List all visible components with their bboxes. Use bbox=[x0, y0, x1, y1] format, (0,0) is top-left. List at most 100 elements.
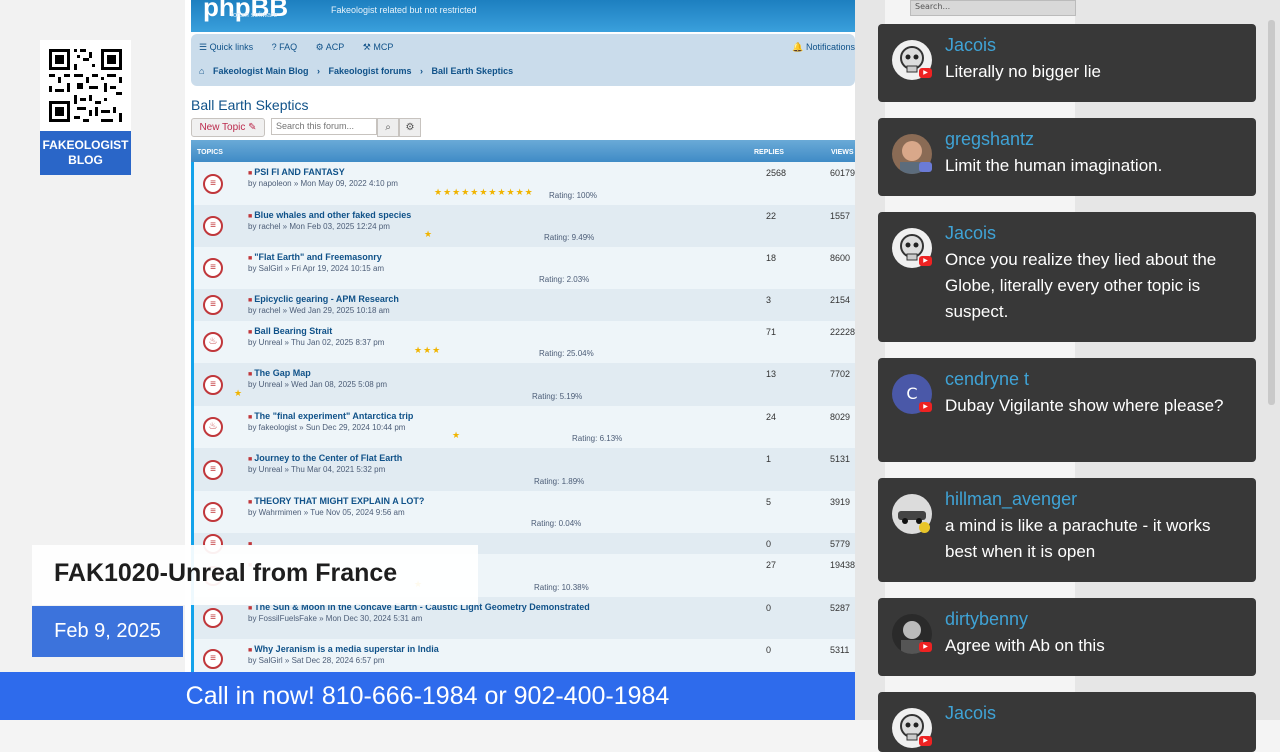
topic-rating: Rating: 25.04% bbox=[539, 349, 594, 358]
topic-row[interactable]: ≡ Journey to the Center of Flat Earth by U… bbox=[194, 448, 855, 491]
new-topic-button[interactable]: New Topic ✎ bbox=[191, 118, 265, 137]
rating-stars[interactable]: ★★★★★★★★★★★ bbox=[434, 187, 534, 198]
topic-title-link[interactable]: Blue whales and other faked species bbox=[248, 210, 411, 220]
rating-stars[interactable]: ★ bbox=[424, 229, 433, 240]
topics-header: TOPICS REPLIES VIEWS bbox=[191, 140, 855, 162]
chat-author[interactable]: cendryne t bbox=[945, 369, 1029, 390]
chat-message-text: Limit the human imagination. bbox=[945, 156, 1163, 175]
bell-icon: 🔔 bbox=[792, 42, 804, 52]
acp-link[interactable]: ⚙ ACP bbox=[316, 42, 353, 52]
chat-message: ▶ Jacois Literally no bigger lie bbox=[878, 24, 1256, 102]
blog-badge-label: FAKEOLOGIST BLOG bbox=[42, 138, 129, 167]
topic-replies: 5 bbox=[766, 497, 772, 507]
topic-title-link[interactable]: Ball Bearing Strait bbox=[248, 326, 332, 336]
hot-topic-icon: ♨ bbox=[203, 417, 223, 437]
forum-tagline: Fakeologist related but not restricted bbox=[331, 5, 477, 15]
rating-stars[interactable]: ★ bbox=[234, 388, 243, 399]
topic-author-line: by FossilFuelsFake » Mon Dec 30, 2024 5:… bbox=[248, 614, 423, 623]
breadcrumb-separator: › bbox=[316, 66, 320, 76]
topic-icon: ≡ bbox=[203, 608, 223, 628]
quick-links-label: Quick links bbox=[209, 42, 254, 52]
topic-title-link[interactable]: The "final experiment" Antarctica trip bbox=[248, 411, 413, 421]
rating-stars[interactable]: ★ bbox=[452, 430, 461, 441]
topic-row[interactable]: ≡ Blue whales and other faked species by r… bbox=[194, 205, 855, 247]
topic-views: 5311 bbox=[830, 645, 850, 655]
chat-author[interactable]: Jacois bbox=[945, 703, 996, 724]
qr-code bbox=[40, 40, 131, 131]
home-icon: ⌂ bbox=[199, 66, 205, 76]
chat-message: C ▶ cendryne t Dubay Vigilante show where p… bbox=[878, 358, 1256, 462]
episode-title-box: FAK1020-Unreal from France bbox=[32, 545, 478, 605]
new-topic-label: New Topic bbox=[199, 122, 246, 133]
chat-author[interactable]: hillman_avenger bbox=[945, 489, 1077, 510]
topic-row[interactable]: ♨ The "final experiment" Antarctica trip b… bbox=[194, 406, 855, 448]
youtube-icon: ▶ bbox=[919, 402, 932, 412]
forum-page: phpBB forum software Fakeologist related… bbox=[185, 0, 855, 720]
topic-author-line: by rachel » Wed Jan 29, 2025 10:18 am bbox=[248, 306, 390, 315]
notifications-label: Notifications bbox=[805, 42, 855, 52]
chat-message: hillman_avenger a mind is like a parachut… bbox=[878, 478, 1256, 582]
chat-author[interactable]: gregshantz bbox=[945, 129, 1034, 150]
gear-icon[interactable]: ⚙ bbox=[399, 118, 421, 137]
scrollbar[interactable] bbox=[1268, 20, 1275, 405]
quick-links-menu[interactable]: ☰ Quick links bbox=[199, 42, 261, 52]
topic-title-link[interactable]: Epicyclic gearing - APM Research bbox=[248, 294, 399, 304]
forum-title[interactable]: Ball Earth Skeptics bbox=[191, 97, 309, 113]
topic-title-link[interactable]: PSI FI AND FANTASY bbox=[248, 167, 345, 177]
topic-replies: 0 bbox=[766, 539, 772, 549]
breadcrumb-separator: › bbox=[420, 66, 424, 76]
youtube-icon: ▶ bbox=[919, 256, 932, 266]
phpbb-logo-sub: forum software bbox=[231, 12, 278, 19]
topic-row[interactable]: ≡ PSI FI AND FANTASY by napoleon » Mon May… bbox=[194, 162, 855, 205]
topic-rating: Rating: 0.04% bbox=[531, 519, 582, 528]
breadcrumb-ball-earth[interactable]: Ball Earth Skeptics bbox=[432, 66, 514, 76]
topic-icon: ≡ bbox=[203, 295, 223, 315]
topic-replies: 22 bbox=[766, 211, 777, 221]
youtube-icon: ▶ bbox=[919, 736, 932, 746]
topic-icon: ≡ bbox=[203, 649, 223, 669]
topic-row[interactable]: ≡ "Flat Earth" and Freemasonry by SalGirl … bbox=[194, 247, 855, 289]
topic-author-line: by Unreal » Thu Jan 02, 2025 8:37 pm bbox=[248, 338, 385, 347]
breadcrumb-forums[interactable]: Fakeologist forums bbox=[329, 66, 412, 76]
discord-icon bbox=[919, 162, 932, 172]
topic-views: 1557 bbox=[830, 211, 851, 221]
topic-title-link[interactable]: The Gap Map bbox=[248, 368, 311, 378]
chat-message-text: Dubay Vigilante show where please? bbox=[945, 396, 1224, 415]
topic-replies: 0 bbox=[766, 603, 772, 613]
search-icon[interactable]: ⌕ bbox=[377, 118, 399, 137]
topic-title-link[interactable]: "Flat Earth" and Freemasonry bbox=[248, 252, 382, 262]
mcp-link[interactable]: ⚒ MCP bbox=[363, 42, 402, 52]
topic-replies: 71 bbox=[766, 327, 777, 337]
topic-title-link[interactable]: Journey to the Center of Flat Earth bbox=[248, 453, 402, 463]
chat-author[interactable]: dirtybenny bbox=[945, 609, 1028, 630]
header-topics: TOPICS bbox=[197, 149, 223, 156]
topic-title-link[interactable]: Why Jeranism is a media superstar in Ind… bbox=[248, 644, 439, 654]
topic-title-link[interactable]: THEORY THAT MIGHT EXPLAIN A LOT? bbox=[248, 496, 424, 506]
forum-search-input[interactable] bbox=[271, 118, 377, 135]
topic-views: 2154 bbox=[830, 295, 851, 305]
breadcrumb-main-blog[interactable]: Fakeologist Main Blog bbox=[213, 66, 309, 76]
fakeologist-blog-badge: FAKEOLOGIST BLOG bbox=[40, 131, 131, 175]
chat-author[interactable]: Jacois bbox=[945, 35, 996, 56]
chat-author[interactable]: Jacois bbox=[945, 223, 996, 244]
topic-row[interactable]: ♨ Ball Bearing Strait by Unreal » Thu Jan … bbox=[194, 321, 855, 363]
background-search-input: Search... bbox=[910, 0, 1076, 16]
topic-views: 7702 bbox=[830, 369, 851, 379]
episode-title: FAK1020-Unreal from France bbox=[54, 559, 398, 587]
pencil-icon: ✎ bbox=[248, 122, 257, 133]
topic-replies: 0 bbox=[766, 645, 772, 655]
topic-replies: 24 bbox=[766, 412, 777, 422]
topic-row[interactable]: ≡ The Gap Map by Unreal » Wed Jan 08, 2025… bbox=[194, 363, 855, 406]
topic-author-line: by fakeologist » Sun Dec 29, 2024 10:44 … bbox=[248, 423, 406, 432]
chat-panel: Search... ▶ Jacois Literally no bigger lie… bbox=[855, 0, 1280, 752]
header-replies: REPLIES bbox=[754, 149, 784, 156]
topic-row[interactable]: ≡ THEORY THAT MIGHT EXPLAIN A LOT? by Wahr… bbox=[194, 491, 855, 533]
topic-rating: Rating: 100% bbox=[549, 191, 598, 200]
topic-author-line: by SalGirl » Fri Apr 19, 2024 10:15 am bbox=[248, 264, 385, 273]
rating-stars[interactable]: ★★★ bbox=[414, 345, 441, 356]
notifications-link[interactable]: 🔔 Notifications bbox=[792, 42, 855, 53]
topic-row[interactable]: ≡ Epicyclic gearing - APM Research by rach… bbox=[194, 289, 855, 321]
chat-message: ▶ dirtybenny Agree with Ab on this bbox=[878, 598, 1256, 676]
faq-link[interactable]: ? FAQ bbox=[272, 42, 306, 52]
topics-table: TOPICS REPLIES VIEWS ≡ PSI FI AND FANTASY… bbox=[191, 140, 855, 720]
